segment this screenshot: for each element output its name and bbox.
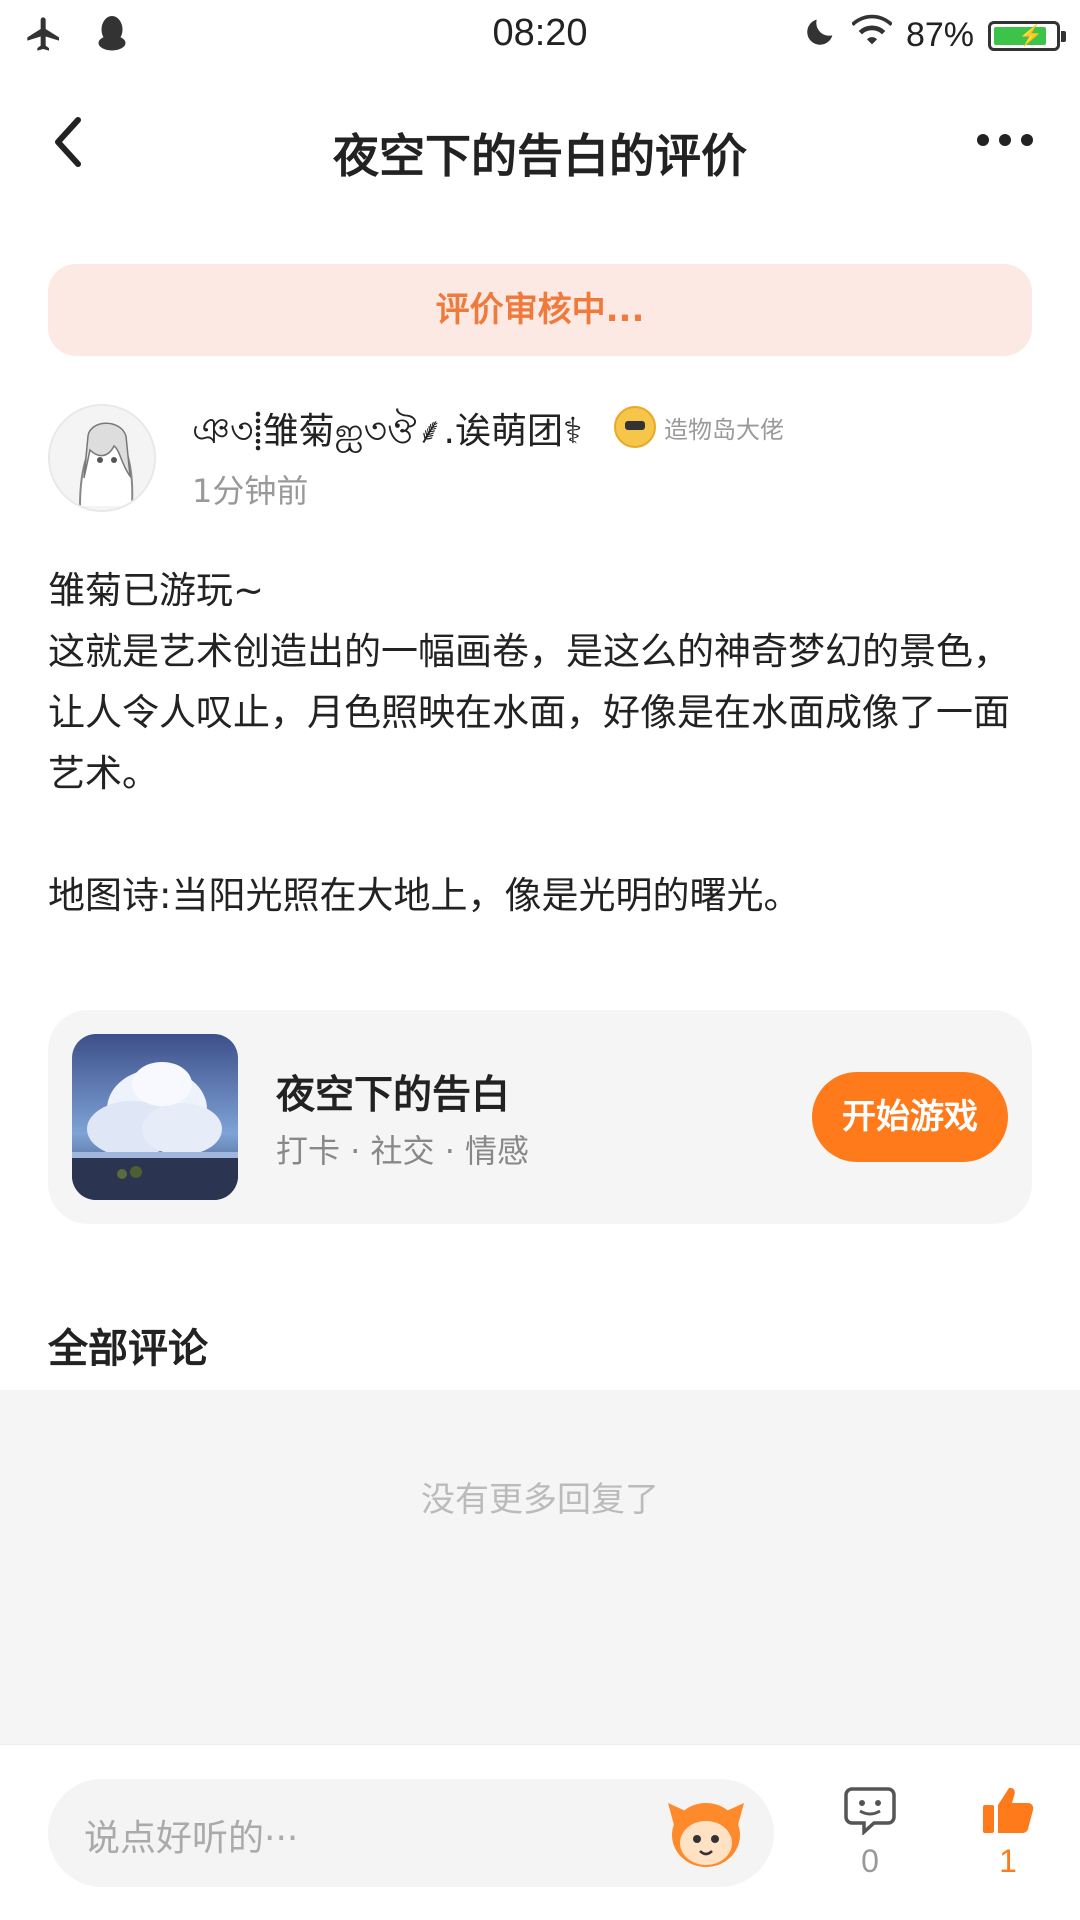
- game-thumbnail: [72, 1034, 238, 1200]
- review-text: 雏菊已游玩~ 这就是艺术创造出的一幅画卷，是这么的神奇梦幻的景色，让人令人叹止，…: [48, 569, 1010, 917]
- like-count: 1: [999, 1843, 1017, 1879]
- comment-count: 0: [861, 1843, 879, 1879]
- wifi-icon: [851, 14, 893, 57]
- nav-bar: 夜空下的告白的评价: [0, 90, 1080, 200]
- start-game-button[interactable]: 开始游戏: [812, 1072, 1008, 1162]
- more-dots-icon: [977, 134, 989, 146]
- avatar[interactable]: [48, 404, 156, 512]
- battery-percent: 87%: [905, 16, 974, 54]
- battery-fill: ⚡: [994, 25, 1047, 47]
- comment-placeholder: 说点好听的···: [84, 1818, 299, 1859]
- badge-label: 造物岛大佬: [664, 415, 784, 444]
- like-action[interactable]: 1: [968, 1785, 1048, 1880]
- status-bar: 08:20 87% ⚡: [0, 0, 1080, 76]
- thumbs-up-icon: [983, 1787, 1034, 1833]
- no-more-replies: 没有更多回复了: [421, 1480, 659, 1520]
- charging-bolt-icon: ⚡: [1018, 24, 1043, 47]
- review-status-banner: 评价审核中...: [48, 264, 1032, 356]
- user-badge: 造物岛大佬: [614, 406, 784, 448]
- game-name: 夜空下的告白: [276, 1073, 511, 1118]
- mascot-emoji-icon[interactable]: [666, 1795, 746, 1871]
- bottom-bar: 说点好听的··· 0 1: [0, 1744, 1080, 1920]
- comments-list: 没有更多回复了: [0, 1390, 1080, 1744]
- battery-icon: ⚡: [988, 20, 1066, 51]
- comment-bubble-icon: [844, 1787, 896, 1836]
- game-tags: 打卡 · 社交 · 情感: [276, 1132, 530, 1170]
- page-title: 夜空下的告白的评价: [333, 129, 747, 183]
- comment-input[interactable]: 说点好听的···: [48, 1779, 774, 1887]
- game-card[interactable]: 夜空下的告白 打卡 · 社交 · 情感 开始游戏: [48, 1010, 1032, 1224]
- comments-heading: 全部评论: [48, 1326, 208, 1372]
- post-time: 1分钟前: [192, 472, 309, 510]
- comment-action[interactable]: 0: [830, 1785, 910, 1880]
- badge-avatar-icon: [614, 406, 656, 448]
- username[interactable]: ঞ৩⸽雏菊ஐ৩ঔ⸙.诶萌团⚕: [192, 402, 582, 464]
- moon-icon: [804, 14, 838, 57]
- more-button[interactable]: [970, 120, 1040, 160]
